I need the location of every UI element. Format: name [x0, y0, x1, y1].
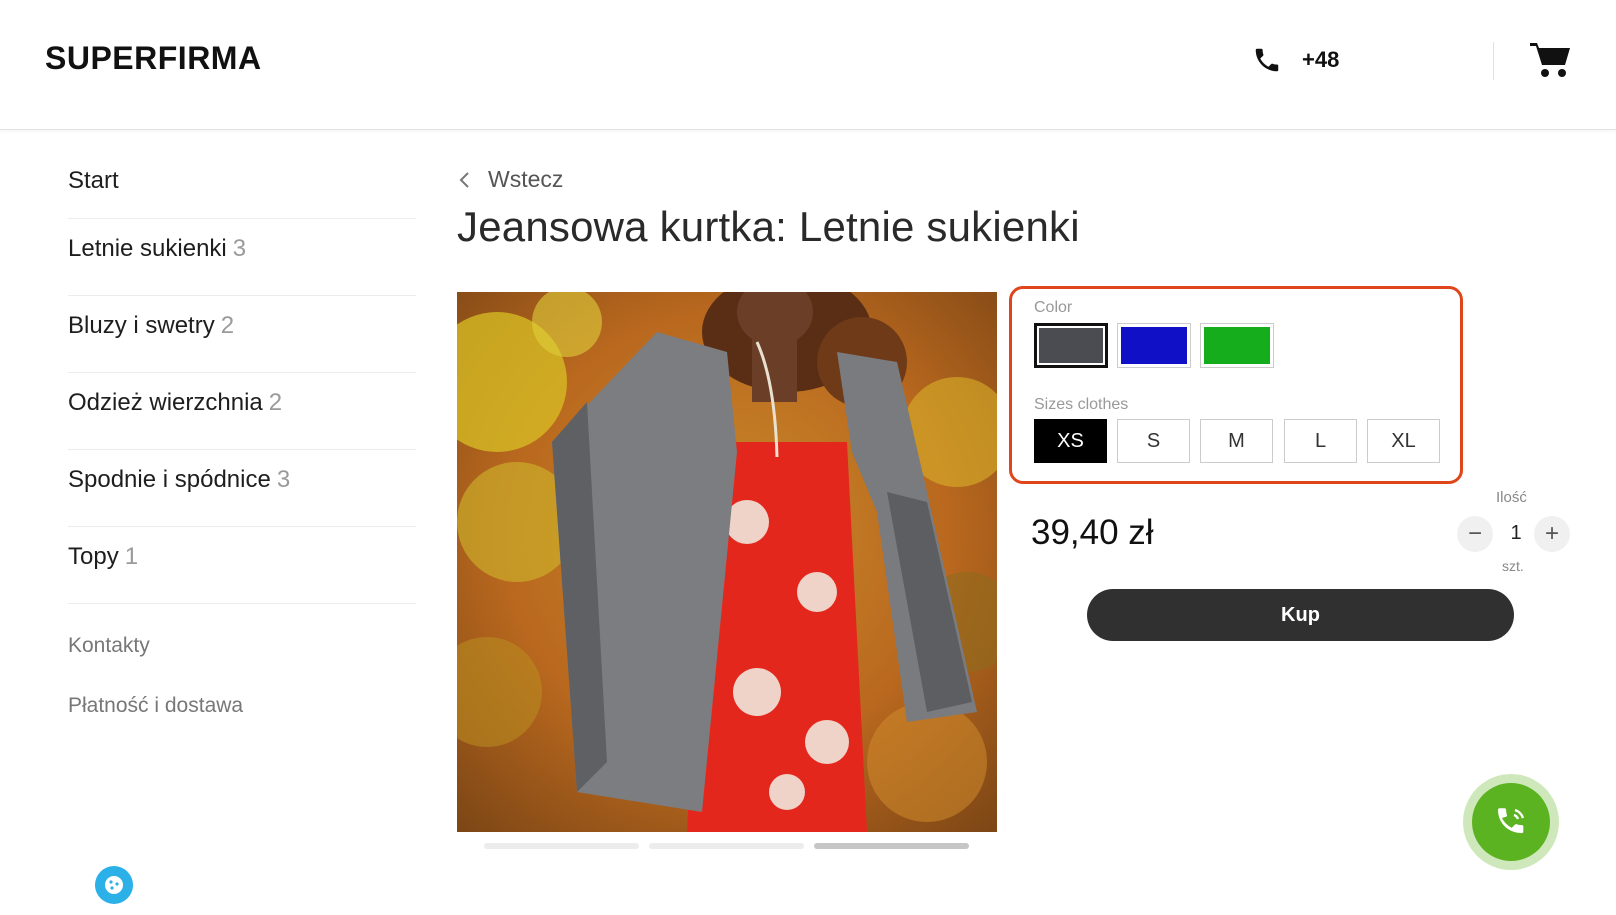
minus-icon: − — [1467, 520, 1482, 547]
color-swatch-blue[interactable] — [1117, 323, 1191, 368]
sidebar-item-odziez-wierzchnia[interactable]: Odzież wierzchnia 2 — [68, 373, 416, 450]
phone-icon — [1255, 48, 1279, 72]
sidebar-link-kontakty[interactable]: Kontakty — [68, 634, 416, 658]
sidebar-link-platnosc-i-dostawa[interactable]: Płatność i dostawa — [68, 694, 416, 718]
quantity-increase-button[interactable]: + — [1534, 516, 1570, 552]
phone-number: +48 — [1302, 47, 1340, 72]
cookie-icon — [105, 876, 123, 894]
product-photo — [457, 292, 997, 832]
sidebar-item-count: 2 — [220, 312, 235, 339]
plus-icon: + — [1544, 520, 1559, 547]
sidebar-item-label: Letnie sukienki — [68, 235, 227, 262]
sidebar-item-label: Odzież wierzchnia — [68, 389, 263, 416]
gallery-indicator-1[interactable] — [484, 843, 639, 849]
cart-icon — [1530, 43, 1570, 77]
header-phone[interactable]: +48 — [1252, 44, 1339, 76]
gallery-indicator-3[interactable] — [814, 843, 969, 849]
sidebar-item-letnie-sukienki[interactable]: Letnie sukienki 3 — [68, 219, 416, 296]
quantity-value[interactable]: 1 — [1508, 522, 1524, 545]
sidebar-item-count: 2 — [268, 389, 283, 416]
color-swatch-gray[interactable] — [1034, 323, 1108, 368]
quantity-label: Ilość — [1496, 489, 1527, 506]
quantity-unit: szt. — [1502, 558, 1524, 574]
size-option-m[interactable]: M — [1200, 419, 1273, 463]
sidebar-item-count: 3 — [276, 466, 291, 493]
site-logo[interactable]: SUPERFIRMA — [45, 40, 262, 77]
call-button[interactable] — [1463, 774, 1559, 870]
gallery-indicators — [484, 843, 969, 849]
site-header: SUPERFIRMA +48 — [0, 0, 1616, 130]
sidebar-item-topy[interactable]: Topy 1 — [68, 527, 416, 604]
sidebar-item-count: 3 — [232, 235, 247, 262]
sidebar-item-label: Start — [68, 167, 119, 194]
size-option-xl[interactable]: XL — [1367, 419, 1440, 463]
color-label: Color — [1034, 299, 1073, 316]
cart-button[interactable] — [1528, 40, 1572, 80]
phone-ringing-icon — [1498, 808, 1525, 834]
sizes-label: Sizes clothes — [1034, 396, 1129, 413]
back-label: Wstecz — [488, 166, 564, 192]
sidebar-item-label: Spodnie i spódnice — [68, 466, 271, 493]
back-link[interactable]: Wstecz — [458, 166, 563, 193]
product-title: Jeansowa kurtka: Letnie sukienki — [457, 203, 1080, 250]
quantity-decrease-button[interactable]: − — [1457, 516, 1493, 552]
buy-button[interactable]: Kup — [1087, 589, 1514, 641]
gallery-indicator-2[interactable] — [649, 843, 804, 849]
product-options: Color Sizes clothes XS S M L XL — [1009, 286, 1463, 484]
sidebar-item-count: 1 — [124, 543, 139, 570]
size-option-xs[interactable]: XS — [1034, 419, 1107, 463]
chevron-left-icon — [459, 171, 469, 188]
color-swatch-green[interactable] — [1200, 323, 1274, 368]
category-sidebar: Start Letnie sukienki 3 Bluzy i swetry 2 O… — [68, 150, 416, 718]
sidebar-item-label: Topy — [68, 543, 119, 570]
size-option-l[interactable]: L — [1284, 419, 1357, 463]
size-option-s[interactable]: S — [1117, 419, 1190, 463]
sidebar-item-bluzy-i-swetry[interactable]: Bluzy i swetry 2 — [68, 296, 416, 373]
sidebar-item-label: Bluzy i swetry — [68, 312, 215, 339]
sidebar-item-spodnie-i-spodnice[interactable]: Spodnie i spódnice 3 — [68, 450, 416, 527]
header-divider — [1493, 42, 1494, 80]
sidebar-item-start[interactable]: Start — [68, 150, 416, 219]
product-price: 39,40 zł — [1031, 513, 1154, 552]
product-image[interactable] — [457, 292, 997, 832]
cookie-settings-button[interactable] — [95, 866, 133, 904]
